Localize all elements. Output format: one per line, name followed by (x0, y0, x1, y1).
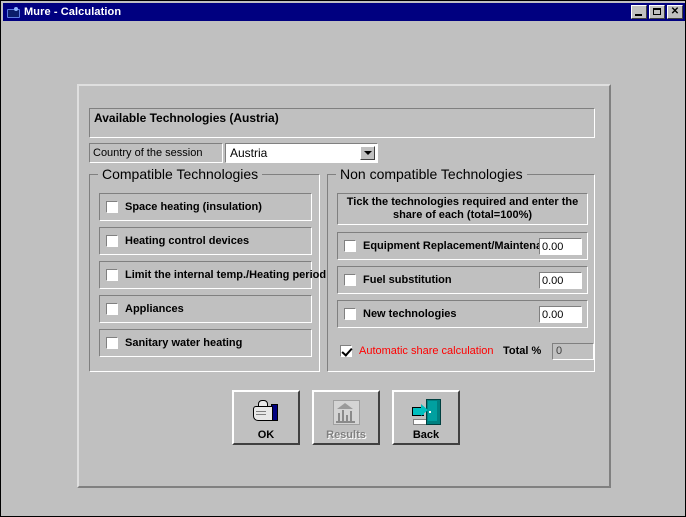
checkbox-automatic-share-calculation[interactable] (340, 345, 352, 357)
checkbox-fuel-substitution[interactable] (344, 274, 356, 286)
thumbs-up-icon (250, 398, 282, 426)
automatic-share-label: Automatic share calculation (359, 345, 494, 357)
title-bar: Mure - Calculation ✕ (3, 3, 685, 21)
minimize-icon (635, 14, 642, 16)
country-select[interactable]: Austria (225, 143, 378, 163)
available-technologies-header: Available Technologies (Austria) (89, 108, 595, 138)
share-input-new-technologies[interactable]: 0.00 (539, 306, 582, 323)
share-input-equipment-replacement[interactable]: 0.00 (539, 238, 582, 255)
non-compatible-row-equipment-replacement[interactable]: Equipment Replacement/Maintenance 0.00 (337, 232, 588, 260)
non-compatible-technologies-group: Non compatible Technologies Tick the tec… (327, 166, 595, 372)
instruction-text: Tick the technologies required and enter… (337, 193, 588, 225)
close-button[interactable]: ✕ (667, 5, 683, 19)
country-label: Country of the session (89, 143, 223, 163)
compatible-row-appliances[interactable]: Appliances (99, 295, 312, 323)
checkbox-appliances[interactable] (106, 303, 118, 315)
checkbox-limit-internal-temp[interactable] (106, 269, 118, 281)
window-controls: ✕ (631, 5, 684, 19)
results-button[interactable]: Results (312, 390, 380, 445)
compatible-technologies-group: Compatible Technologies Space heating (i… (89, 166, 326, 372)
client-area: Available Technologies (Austria) Country… (3, 22, 685, 515)
application-window: Mure - Calculation ✕ Available Technolog… (0, 0, 686, 517)
restore-icon (653, 8, 661, 15)
results-button-label: Results (326, 429, 366, 441)
report-chart-icon (330, 398, 362, 426)
minimize-button[interactable] (631, 5, 647, 19)
checkbox-equipment-replacement[interactable] (344, 240, 356, 252)
checkbox-heating-control-devices[interactable] (106, 235, 118, 247)
ok-button[interactable]: OK (232, 390, 300, 445)
country-row: Country of the session Austria (89, 143, 378, 163)
checkbox-sanitary-water-heating[interactable] (106, 337, 118, 349)
automatic-share-row: Automatic share calculation Total % 0 (340, 341, 594, 361)
compatible-row-space-heating[interactable]: Space heating (insulation) (99, 193, 312, 221)
non-compatible-row-fuel-substitution[interactable]: Fuel substitution 0.00 (337, 266, 588, 294)
compatible-row-sanitary-water-heating[interactable]: Sanitary water heating (99, 329, 312, 357)
checkbox-new-technologies[interactable] (344, 308, 356, 320)
total-percent-label: Total % (503, 345, 542, 357)
total-percent-field: 0 (552, 342, 594, 360)
app-icon (6, 6, 20, 19)
page-title: Available Technologies (Austria) (94, 111, 279, 125)
ok-button-label: OK (257, 429, 275, 441)
restore-button[interactable] (649, 5, 665, 19)
non-compatible-row-new-technologies[interactable]: New technologies 0.00 (337, 300, 588, 328)
compatible-row-limit-internal-temp[interactable]: Limit the internal temp./Heating period (99, 261, 326, 289)
compatible-technologies-title: Compatible Technologies (98, 166, 263, 182)
share-input-fuel-substitution[interactable]: 0.00 (539, 272, 582, 289)
compatible-row-heating-control-devices[interactable]: Heating control devices (99, 227, 312, 255)
back-button[interactable]: Back (392, 390, 460, 445)
country-select-value: Austria (230, 146, 268, 160)
chevron-down-icon[interactable] (360, 146, 375, 160)
checkbox-space-heating[interactable] (106, 201, 118, 213)
window-title: Mure - Calculation (24, 6, 122, 18)
close-icon: ✕ (670, 5, 680, 17)
non-compatible-technologies-title: Non compatible Technologies (336, 166, 527, 182)
exit-door-icon (410, 398, 442, 426)
calculation-panel: Available Technologies (Austria) Country… (77, 84, 611, 488)
back-button-label: Back (412, 429, 440, 441)
